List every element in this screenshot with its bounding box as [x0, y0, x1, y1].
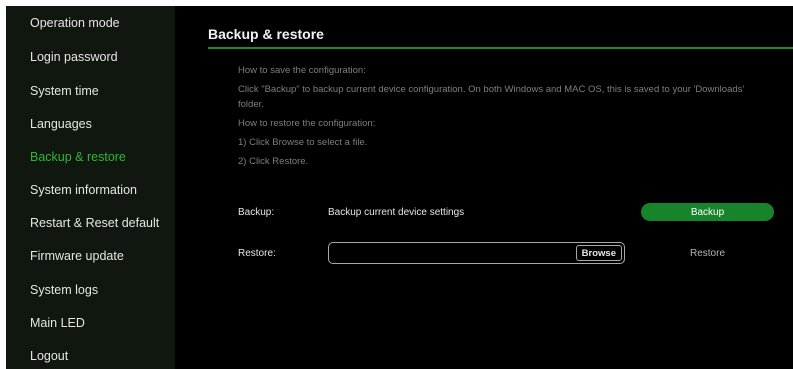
info-restore-step-1: 1) Click Browse to select a file. [238, 137, 368, 148]
sidebar-item-system-information[interactable]: System information [30, 183, 137, 197]
backup-button[interactable]: Backup [641, 203, 774, 221]
sidebar-item-firmware-update[interactable]: Firmware update [30, 249, 124, 263]
restore-file-field[interactable]: Browse [328, 242, 625, 264]
sidebar-item-operation-mode[interactable]: Operation mode [30, 16, 120, 30]
sidebar-item-login-password[interactable]: Login password [30, 50, 118, 64]
restore-label: Restore: [238, 248, 276, 259]
info-save-heading: How to save the configuration: [238, 65, 366, 76]
info-restore-heading: How to restore the configuration: [238, 118, 376, 129]
info-restore-step-2: 2) Click Restore. [238, 156, 309, 167]
browse-button[interactable]: Browse [575, 245, 622, 261]
info-save-instructions-cont: folder. [238, 99, 264, 110]
sidebar-item-restart-reset-default[interactable]: Restart & Reset default [30, 216, 159, 230]
info-save-instructions: Click "Backup" to backup current device … [238, 84, 745, 95]
app-frame: Operation mode Login password System tim… [6, 6, 793, 369]
sidebar-item-system-time[interactable]: System time [30, 84, 99, 98]
sidebar-item-backup-restore[interactable]: Backup & restore [30, 150, 126, 164]
sidebar-item-languages[interactable]: Languages [30, 117, 92, 131]
sidebar-item-main-led[interactable]: Main LED [30, 316, 85, 330]
page-title: Backup & restore [208, 26, 324, 42]
sidebar-item-logout[interactable]: Logout [30, 349, 68, 363]
backup-description: Backup current device settings [328, 207, 465, 218]
main-panel: Backup & restore How to save the configu… [175, 6, 793, 369]
sidebar-item-system-logs[interactable]: System logs [30, 283, 98, 297]
backup-label: Backup: [238, 207, 275, 218]
title-divider [208, 47, 793, 49]
restore-button[interactable]: Restore [641, 244, 774, 262]
sidebar: Operation mode Login password System tim… [6, 6, 175, 369]
